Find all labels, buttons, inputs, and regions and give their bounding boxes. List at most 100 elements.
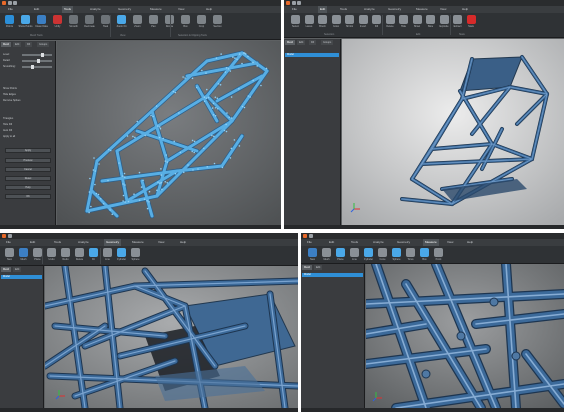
line-button[interactable]: Line [347,248,362,261]
decimate-button[interactable]: Decimate [82,15,97,28]
menu-tools[interactable]: Tools [62,6,74,13]
section-button[interactable]: Section [210,15,225,28]
tab-edit[interactable]: Edit [314,265,323,270]
tab-mesh[interactable]: Mesh [1,267,12,272]
menu-analyze[interactable]: Analyze [373,239,384,246]
level-slider[interactable] [22,65,52,69]
viewport-3d[interactable] [45,266,298,408]
menu-file[interactable]: File [307,239,312,246]
menu-tools[interactable]: Tools [54,239,61,246]
clean-data-button[interactable]: Clean Data [34,15,49,28]
menu-file[interactable]: File [6,239,11,246]
preview-button[interactable]: Preview [5,158,51,163]
menu-view[interactable]: View [158,239,164,246]
pan-button[interactable]: Pan [146,15,161,28]
tab-edit[interactable]: Edit [297,40,306,45]
save-icon[interactable] [8,1,12,5]
slider-handle[interactable] [31,65,34,69]
box-button[interactable]: Box [178,15,193,28]
new-button[interactable]: New [2,248,17,261]
panel-row-show-points[interactable]: Show Points [3,87,17,90]
zoom-button[interactable]: Zoom [130,15,145,28]
panel-row-hole-fill[interactable]: Hole Fill [3,123,12,126]
tree-item-model[interactable]: Model [302,273,363,277]
cone-button[interactable]: Cone [375,248,390,261]
menu-help[interactable]: Help [462,6,468,13]
menu-measure[interactable]: Measure [132,239,144,246]
menu-edit[interactable]: Edit [30,239,35,246]
show-points-button[interactable]: Show Points [18,15,33,28]
menu-geometry[interactable]: Geometry [104,239,122,246]
point-button[interactable]: Point [431,248,446,261]
cancel-button[interactable]: Cancel [5,167,51,172]
tab-edit[interactable]: Edit [13,42,22,47]
tree-item-model[interactable]: Model [1,275,42,279]
cylinder-button[interactable]: Cylinder [361,248,376,261]
panel-row-remove-spikes[interactable]: Remove Spikes [3,99,21,102]
apply-button[interactable]: Apply [5,148,51,153]
save-icon[interactable] [8,234,12,238]
menu-view[interactable]: View [178,6,184,13]
slider-handle[interactable] [37,59,40,63]
stats-button[interactable]: Stats [464,15,479,28]
line-button[interactable]: Line [100,248,115,261]
undo-icon[interactable] [297,1,301,5]
save-icon[interactable] [292,1,296,5]
crop-button[interactable]: Crop [194,15,209,28]
new-button[interactable]: New [305,248,320,261]
smooth-button[interactable]: Smooth [66,15,81,28]
level-slider[interactable] [22,59,52,63]
menu-edit[interactable]: Edit [329,239,334,246]
tab-edit[interactable]: Edit [13,267,22,272]
menu-view[interactable]: View [440,6,446,13]
tab-groups[interactable]: Groups [321,40,334,45]
undo-button[interactable]: Undo [44,248,59,261]
tab-mesh[interactable]: Mesh [302,265,313,270]
save-icon[interactable] [309,234,313,238]
menu-file[interactable]: File [8,6,13,13]
points-button[interactable]: Points [2,15,17,28]
plane-button[interactable]: Plane [333,248,348,261]
menu-help[interactable]: Help [467,239,473,246]
undo-icon[interactable] [13,1,17,5]
mesh-button[interactable]: Mesh [16,248,31,261]
viewport-3d[interactable] [57,41,281,225]
menu-tools[interactable]: Tools [351,239,358,246]
menu-help[interactable]: Help [206,6,212,13]
menu-file[interactable]: File [292,6,297,13]
viewport-3d[interactable] [366,264,564,408]
torus-button[interactable]: Torus [403,248,418,261]
menu-edit[interactable]: Edit [318,6,328,13]
zoom-fit-button[interactable]: Zoom Fit [114,15,129,28]
menu-measure[interactable]: Measure [416,6,428,13]
menu-measure[interactable]: Measure [150,6,162,13]
tab-mesh[interactable]: Mesh [1,42,12,47]
menu-geometry[interactable]: Geometry [388,6,401,13]
box-button[interactable]: Box [417,248,432,261]
panel-row-apply-to-all[interactable]: Apply to all [3,135,15,138]
redo-button[interactable]: Redo [58,248,73,261]
tree-item-model[interactable]: Model [285,53,339,57]
sphere-button[interactable]: Sphere [128,248,143,261]
menu-help[interactable]: Help [180,239,186,246]
reset-button[interactable]: Reset [5,176,51,181]
menu-edit[interactable]: Edit [34,6,39,13]
help-button[interactable]: Help [5,185,51,190]
delete-button[interactable]: Delete [72,248,87,261]
menu-geometry[interactable]: Geometry [397,239,410,246]
unify-button[interactable]: Unify [50,15,65,28]
tab-fill[interactable]: Fill [25,42,33,47]
menu-measure[interactable]: Measure [423,239,439,246]
tab-fill[interactable]: Fill [309,40,317,45]
menu-geometry[interactable]: Geometry [118,6,131,13]
menu-view[interactable]: View [447,239,453,246]
slider-handle[interactable] [41,53,44,57]
sphere-button[interactable]: Sphere [389,248,404,261]
mesh-button[interactable]: Mesh [319,248,334,261]
fit-button[interactable]: Fit [86,248,101,261]
menu-analyze[interactable]: Analyze [78,239,89,246]
panel-row-auto-fill[interactable]: Auto Fill [3,129,12,132]
tab-mesh[interactable]: Mesh [285,40,296,45]
tab-groups[interactable]: Groups [37,42,50,47]
level-slider[interactable] [22,53,52,57]
